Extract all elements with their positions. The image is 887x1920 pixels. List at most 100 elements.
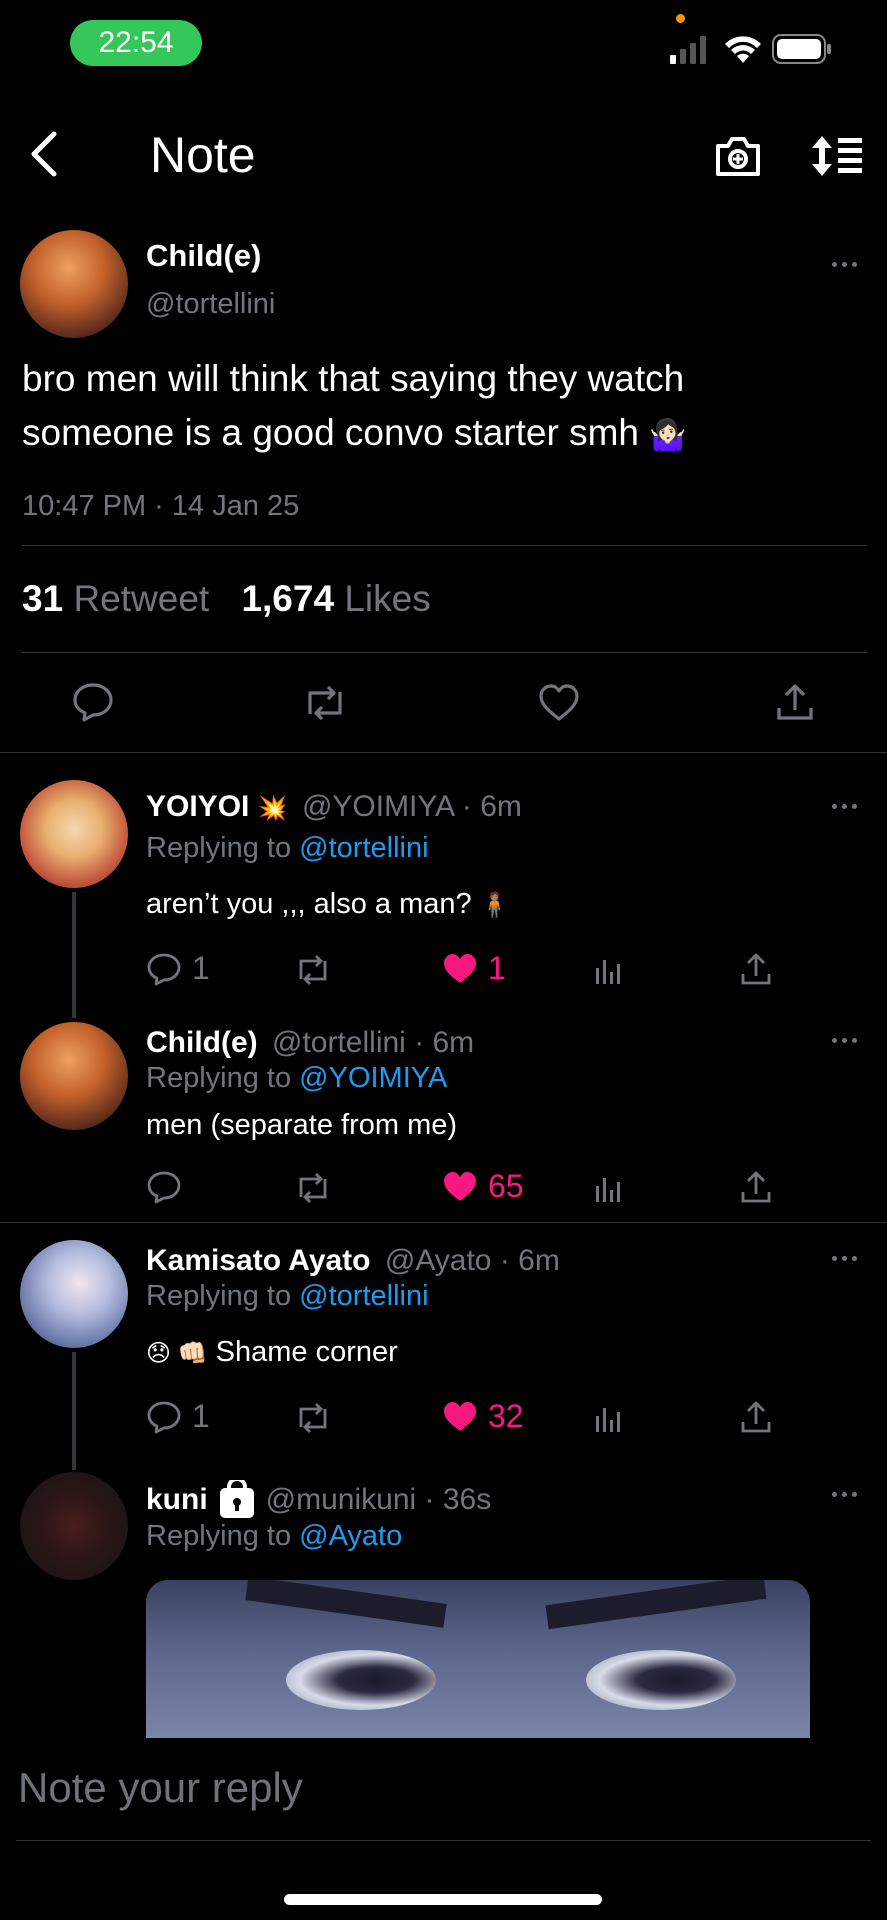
sort-icon[interactable] bbox=[810, 134, 864, 178]
thread-line bbox=[72, 892, 76, 1018]
heart-filled-icon bbox=[444, 1171, 476, 1201]
status-time: 22:54 bbox=[98, 26, 174, 59]
privacy-dot bbox=[676, 14, 685, 23]
shrug-emoji: 🤷🏻‍♀️ bbox=[649, 419, 687, 452]
more-options-icon[interactable] bbox=[832, 1492, 857, 1497]
replying-prefix: Replying to bbox=[146, 832, 292, 864]
like-action[interactable]: 65 bbox=[442, 1168, 524, 1205]
reply-author-name[interactable]: kuni bbox=[146, 1483, 208, 1517]
replying-prefix: Replying to bbox=[146, 1062, 292, 1094]
time-pill: 22:54 bbox=[70, 20, 202, 66]
reply-author-name[interactable]: YOIYOI bbox=[146, 790, 249, 823]
lock-icon bbox=[218, 1480, 256, 1520]
reply-count: 1 bbox=[192, 1398, 210, 1434]
camera-icon[interactable] bbox=[714, 134, 762, 178]
reply-icon bbox=[147, 1401, 181, 1433]
retweet-icon[interactable] bbox=[294, 1402, 332, 1434]
more-options-icon[interactable] bbox=[832, 804, 857, 809]
avatar[interactable] bbox=[20, 1472, 128, 1580]
composer: Note your reply bbox=[0, 1738, 887, 1920]
replying-to: Replying to @YOIMIYA bbox=[146, 1062, 447, 1095]
reply-input[interactable]: Note your reply bbox=[18, 1764, 303, 1812]
name-emoji: 💥 bbox=[257, 795, 288, 822]
reply-handle-time[interactable]: @tortellini · 6m bbox=[272, 1026, 474, 1059]
replying-prefix: Replying to bbox=[146, 1280, 292, 1312]
retweet-icon[interactable] bbox=[294, 954, 332, 986]
standing-emoji: 🧍🏽 bbox=[479, 892, 510, 919]
post-text-line: bro men will think that saying they watc… bbox=[22, 358, 685, 399]
retweet-icon[interactable] bbox=[294, 1172, 332, 1204]
media-eye-left bbox=[286, 1650, 436, 1710]
reply-handle-time[interactable]: @Ayato · 6m bbox=[385, 1244, 560, 1277]
like-action[interactable]: 32 bbox=[442, 1398, 524, 1435]
reply-action[interactable]: 1 bbox=[146, 1398, 210, 1435]
reply-text-content: aren’t you ,,, also a man? bbox=[146, 888, 472, 920]
likes-count[interactable]: 1,674 bbox=[241, 578, 334, 619]
share-icon[interactable] bbox=[740, 952, 772, 986]
divider bbox=[22, 545, 867, 546]
status-bar: 22:54 bbox=[0, 0, 887, 90]
home-indicator bbox=[284, 1894, 602, 1905]
replying-to-link[interactable]: @tortellini bbox=[299, 832, 428, 864]
reply-header: kuni @munikuni · 36s bbox=[146, 1480, 491, 1520]
replying-to: Replying to @tortellini bbox=[146, 1280, 429, 1313]
retweet-count[interactable]: 31 bbox=[22, 578, 63, 619]
divider bbox=[16, 1840, 871, 1841]
signal-icon bbox=[670, 36, 710, 64]
post-text-line: someone is a good convo starter smh 🤷🏻‍♀… bbox=[22, 406, 862, 463]
post-text-fragment: someone is a good convo starter smh bbox=[22, 412, 639, 453]
reply-icon bbox=[147, 953, 181, 985]
media-image[interactable] bbox=[146, 1580, 810, 1740]
reply-handle-time[interactable]: @YOIMIYA · 6m bbox=[302, 790, 522, 823]
analytics-icon[interactable] bbox=[594, 1174, 624, 1204]
divider bbox=[22, 652, 867, 653]
reply-action[interactable]: 1 bbox=[146, 950, 210, 987]
like-action[interactable]: 1 bbox=[442, 950, 506, 987]
like-icon[interactable] bbox=[538, 684, 580, 722]
avatar[interactable] bbox=[20, 1022, 128, 1130]
back-chevron-icon[interactable] bbox=[26, 130, 62, 178]
reply-author-name[interactable]: Child(e) bbox=[146, 1026, 258, 1059]
avatar[interactable] bbox=[20, 1240, 128, 1348]
reply-text: aren’t you ,,, also a man? 🧍🏽 bbox=[146, 888, 510, 921]
likes-label[interactable]: Likes bbox=[344, 578, 430, 619]
avatar[interactable] bbox=[20, 780, 128, 888]
media-brow-right bbox=[545, 1580, 767, 1630]
reply-icon[interactable] bbox=[72, 682, 114, 722]
heart-filled-icon bbox=[444, 953, 476, 983]
like-count: 32 bbox=[488, 1398, 524, 1434]
like-count: 65 bbox=[488, 1168, 524, 1204]
replying-to-link[interactable]: @YOIMIYA bbox=[299, 1062, 447, 1094]
replying-to: Replying to @Ayato bbox=[146, 1520, 402, 1553]
share-icon[interactable] bbox=[740, 1170, 772, 1204]
reply-text: men (separate from me) bbox=[146, 1109, 458, 1141]
avatar[interactable] bbox=[20, 230, 128, 338]
more-options-icon[interactable] bbox=[832, 262, 857, 267]
retweet-icon[interactable] bbox=[302, 684, 348, 722]
battery-icon bbox=[772, 34, 832, 64]
replying-to-link[interactable]: @Ayato bbox=[299, 1520, 402, 1552]
wifi-icon bbox=[724, 34, 762, 64]
reply-text: 😞 👊🏻 Shame corner bbox=[146, 1336, 398, 1369]
author-name[interactable]: Child(e) bbox=[146, 238, 261, 274]
reply-header: Child(e) @tortellini · 6m bbox=[146, 1026, 474, 1060]
post-timestamp: 10:47 PM · 14 Jan 25 bbox=[22, 490, 300, 522]
replying-to-link[interactable]: @tortellini bbox=[299, 1280, 428, 1312]
more-options-icon[interactable] bbox=[832, 1256, 857, 1261]
retweet-label[interactable]: Retweet bbox=[73, 578, 209, 619]
share-icon[interactable] bbox=[776, 682, 814, 722]
replying-to: Replying to @tortellini bbox=[146, 832, 429, 865]
analytics-icon[interactable] bbox=[594, 956, 624, 986]
reply-emojis: 😞 👊🏻 bbox=[146, 1340, 208, 1367]
reply-handle-time[interactable]: @munikuni · 36s bbox=[266, 1483, 492, 1517]
divider bbox=[0, 752, 887, 753]
reply-author-name[interactable]: Kamisato Ayato bbox=[146, 1244, 371, 1277]
page-title: Note bbox=[150, 127, 256, 183]
analytics-icon[interactable] bbox=[594, 1404, 624, 1434]
share-icon[interactable] bbox=[740, 1400, 772, 1434]
reply-icon[interactable] bbox=[146, 1170, 182, 1204]
more-options-icon[interactable] bbox=[832, 1038, 857, 1043]
author-handle[interactable]: @tortellini bbox=[146, 288, 275, 321]
nav-header: Note bbox=[0, 100, 887, 210]
reply-header: YOIYOI 💥 @YOIMIYA · 6m bbox=[146, 790, 522, 824]
